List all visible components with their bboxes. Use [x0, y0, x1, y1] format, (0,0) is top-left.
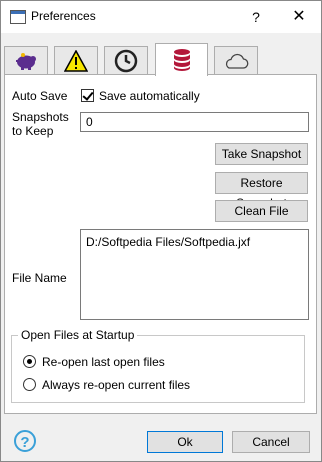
- autosave-checkbox[interactable]: [81, 89, 94, 102]
- reopen-current-label[interactable]: Always re-open current files: [42, 378, 190, 392]
- cloud-icon: [225, 53, 249, 69]
- preferences-window: Preferences ? ✕ Auto Save Save automatic…: [0, 0, 322, 462]
- clock-icon: [114, 49, 138, 73]
- title-help-button[interactable]: ?: [246, 7, 266, 27]
- reopen-last-radio[interactable]: [23, 355, 36, 368]
- warning-icon: [64, 50, 88, 72]
- autosave-checkbox-label[interactable]: Save automatically: [99, 89, 200, 103]
- take-snapshot-button[interactable]: Take Snapshot: [215, 143, 308, 165]
- app-icon: [10, 10, 26, 24]
- close-button[interactable]: ✕: [289, 7, 309, 27]
- snapshots-input[interactable]: 0: [80, 112, 309, 132]
- database-icon: [173, 49, 190, 71]
- file-name-field[interactable]: D:/Softpedia Files/Softpedia.jxf: [80, 229, 309, 320]
- tab-database[interactable]: [155, 43, 208, 76]
- title-bar: Preferences ? ✕: [1, 1, 321, 33]
- ok-button[interactable]: Ok: [147, 431, 223, 453]
- restore-snapshot-button[interactable]: Restore Snapshot: [215, 172, 308, 210]
- file-name-label: File Name: [12, 271, 67, 285]
- tab-warnings[interactable]: [54, 46, 98, 75]
- tab-cloud[interactable]: [214, 46, 258, 75]
- clean-file-button[interactable]: Clean File: [215, 200, 308, 222]
- reopen-current-radio[interactable]: [23, 378, 36, 391]
- startup-group-title: Open Files at Startup: [18, 328, 138, 342]
- window-title: Preferences: [31, 9, 96, 23]
- autosave-label: Auto Save: [12, 89, 68, 103]
- piggy-bank-icon: [16, 53, 36, 70]
- tab-schedule[interactable]: [104, 46, 148, 75]
- tab-savings[interactable]: [4, 46, 48, 75]
- help-icon[interactable]: ?: [14, 430, 36, 452]
- snapshots-label: Snapshots to Keep: [12, 110, 69, 138]
- startup-groupbox: Open Files at Startup: [11, 328, 305, 403]
- reopen-last-label[interactable]: Re-open last open files: [42, 355, 165, 369]
- cancel-button[interactable]: Cancel: [232, 431, 310, 453]
